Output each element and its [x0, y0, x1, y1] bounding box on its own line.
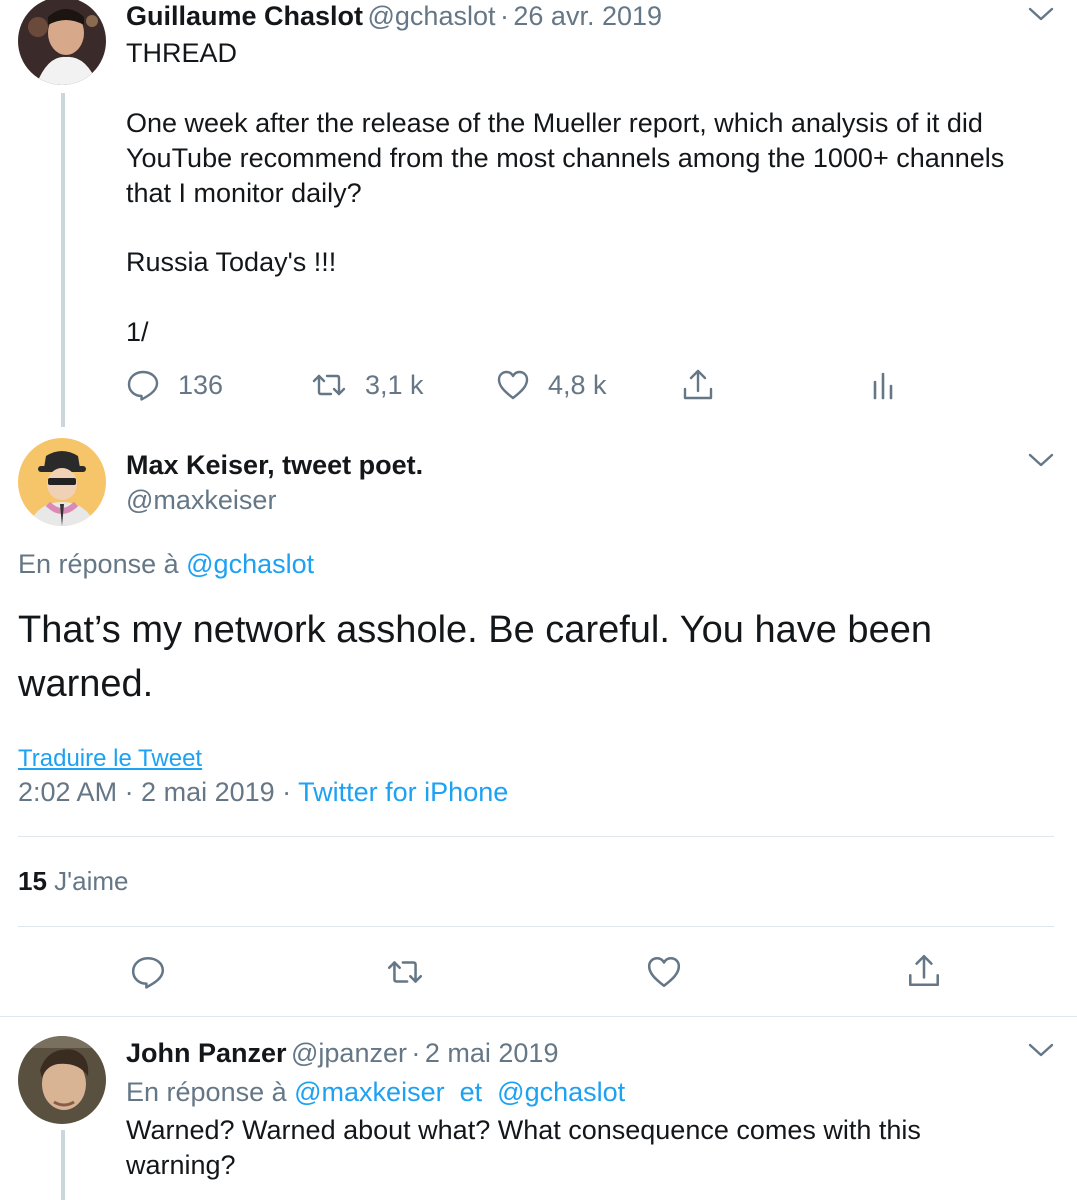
thread-line — [61, 93, 65, 427]
tweet-text-line: 1/ — [126, 317, 149, 347]
author-name[interactable]: Guillaume Chaslot — [126, 1, 363, 31]
reply-count: 136 — [178, 369, 224, 400]
tweet-text-line: That’s my network asshole. Be careful. Y… — [18, 609, 932, 651]
chevron-down-icon[interactable] — [1028, 6, 1054, 22]
mention-link[interactable]: @gchaslot — [186, 549, 314, 579]
translate-link[interactable]: Traduire le Tweet — [18, 744, 202, 774]
share-action[interactable] — [681, 365, 715, 405]
reply-action[interactable]: 136 — [126, 365, 223, 405]
divider — [0, 1016, 1077, 1017]
heart-icon[interactable] — [646, 954, 682, 990]
author-handle[interactable]: @jpanzer — [291, 1038, 407, 1068]
separator-dot: · — [499, 1, 509, 31]
timestamp[interactable]: 2:02 AM · 2 mai 2019 · — [18, 777, 298, 807]
divider — [18, 926, 1054, 927]
analytics-icon — [873, 372, 893, 400]
retweet-count: 3,1 k — [365, 369, 424, 400]
reply-joiner: et — [459, 1077, 483, 1107]
share-icon[interactable] — [906, 952, 942, 990]
chevron-down-icon[interactable] — [1028, 452, 1054, 468]
tweet-date[interactable]: 26 avr. 2019 — [513, 1, 662, 31]
avatar-max-keiser[interactable] — [18, 438, 106, 526]
mention-link[interactable]: @gchaslot — [497, 1077, 625, 1107]
avatar-john-panzer[interactable] — [18, 1036, 106, 1124]
author-name[interactable]: John Panzer — [126, 1038, 287, 1068]
reply-prefix: En réponse à — [126, 1077, 287, 1107]
tweet-meta: 2:02 AM · 2 mai 2019 · Twitter for iPhon… — [18, 774, 508, 810]
reply-icon — [127, 370, 159, 401]
thread-line — [61, 1130, 65, 1200]
tweet-text-line: warning? — [126, 1150, 236, 1180]
retweet-action[interactable]: 3,1 k — [311, 365, 424, 405]
avatar-guillaume-chaslot[interactable] — [18, 0, 106, 85]
tweet-header: Guillaume Chaslot @gchaslot · 26 avr. 20… — [126, 0, 662, 37]
likes-count: 15 — [18, 866, 47, 896]
tweet-text-line: YouTube recommend from the most channels… — [126, 143, 1005, 173]
reply-context: En réponse à @maxkeiser et @gchaslot — [126, 1074, 625, 1110]
tweet-text-line: Russia Today's !!! — [126, 247, 337, 277]
tweet-date[interactable]: 2 mai 2019 — [425, 1038, 559, 1068]
like-count: 4,8 k — [548, 369, 607, 400]
reply-prefix: En réponse à — [18, 549, 179, 579]
reply-context: En réponse à @gchaslot — [18, 546, 314, 582]
tweet-text-line: Warned? Warned about what? What conseque… — [126, 1115, 921, 1145]
heart-icon — [497, 370, 529, 400]
mention-link[interactable]: @maxkeiser — [294, 1077, 444, 1107]
author-handle[interactable]: @gchaslot — [368, 1, 496, 31]
tweet-text-line: THREAD — [126, 38, 238, 68]
likes-label: J'aime — [54, 866, 129, 896]
retweet-icon — [312, 374, 346, 396]
likes-summary[interactable]: 15 J'aime — [18, 864, 128, 898]
chevron-down-icon[interactable] — [1028, 1042, 1054, 1058]
reply-icon[interactable] — [130, 954, 166, 990]
like-action[interactable]: 4,8 k — [496, 365, 607, 405]
analytics-action[interactable] — [870, 365, 896, 405]
timeline: Guillaume Chaslot @gchaslot · 26 avr. 20… — [0, 0, 1077, 1200]
source-link[interactable]: Twitter for iPhone — [298, 777, 508, 807]
tweet-text-line: that I monitor daily? — [126, 178, 362, 208]
separator-dot: · — [411, 1038, 421, 1068]
tweet-text-line: warned. — [18, 663, 154, 705]
tweet-header: John Panzer @jpanzer · 2 mai 2019 — [126, 1036, 558, 1075]
divider — [18, 836, 1054, 837]
retweet-icon[interactable] — [386, 954, 424, 990]
tweet-text-line: One week after the release of the Muelle… — [126, 108, 983, 138]
author-name[interactable]: Max Keiser, tweet poet. — [126, 448, 423, 482]
author-handle[interactable]: @maxkeiser — [126, 483, 276, 517]
share-icon — [683, 369, 713, 400]
